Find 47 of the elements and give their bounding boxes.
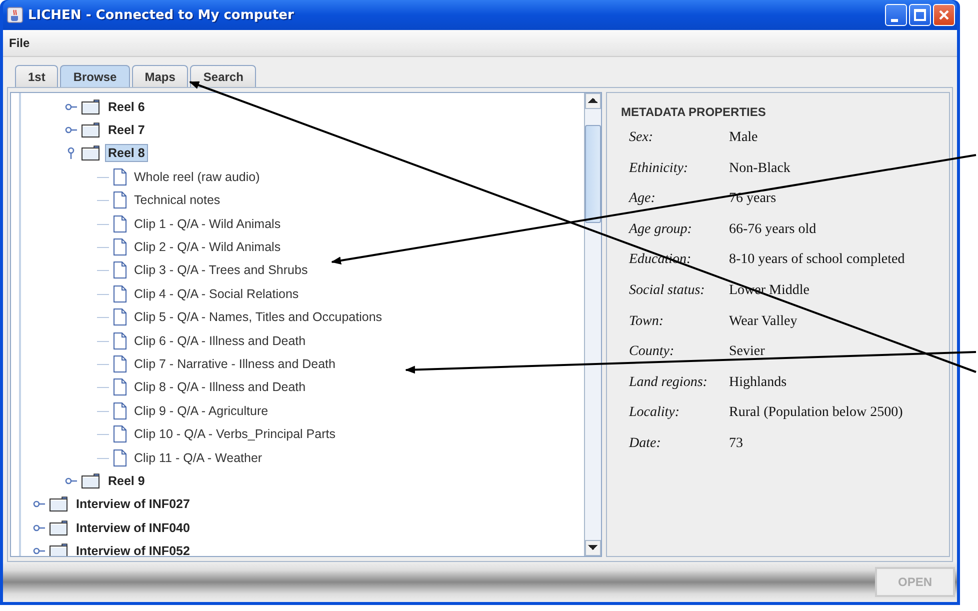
property-label: Town: xyxy=(629,312,665,331)
tree-item[interactable]: Clip 9 - Q/A - Agriculture xyxy=(131,402,272,420)
tree-item[interactable]: Clip 5 - Q/A - Names, Titles and Occupations xyxy=(131,308,386,326)
property-value: 8-10 years of school completed xyxy=(729,251,906,270)
property-value: 73 xyxy=(729,434,744,453)
tree-item[interactable]: Clip 1 - Q/A - Wild Animals xyxy=(131,214,284,233)
tree-item[interactable]: Clip 4 - Q/A - Social Relations xyxy=(131,284,302,303)
property-label: County: xyxy=(629,343,676,362)
tab[interactable]: 1st xyxy=(15,65,58,87)
menu-item[interactable]: File xyxy=(9,36,30,50)
tree-item[interactable]: Reel 9 xyxy=(105,472,148,490)
property-value: Wear Valley xyxy=(729,312,798,331)
tree-item[interactable]: Clip 7 - Narrative - Illness and Death xyxy=(131,354,338,373)
property-label: Date: xyxy=(629,434,662,453)
metadata-heading: METADATA PROPERTIES xyxy=(621,105,767,119)
tree-item[interactable]: Clip 3 - Q/A - Trees and Shrubs xyxy=(131,261,311,280)
property-value: Sevier xyxy=(729,343,766,362)
tree-item[interactable]: Reel 7 xyxy=(105,121,148,140)
property-value: Male xyxy=(729,129,759,147)
tab[interactable]: Maps xyxy=(132,65,188,87)
tab[interactable]: Browse xyxy=(60,65,130,87)
tree-item[interactable]: Whole reel (raw audio) xyxy=(131,168,263,186)
tree-item[interactable]: Technical notes xyxy=(131,191,224,210)
property-label: Age: xyxy=(629,190,656,208)
property-value: 76 years xyxy=(729,190,778,208)
property-label: Locality: xyxy=(629,404,681,422)
property-value: Highlands xyxy=(729,374,788,392)
property-label: Ethinicity: xyxy=(629,160,690,178)
tree-item[interactable]: Interview of INF027 xyxy=(73,495,193,514)
tab[interactable]: Search xyxy=(190,65,256,87)
tree-item[interactable]: Clip 6 - Q/A - Illness and Death xyxy=(131,332,309,350)
property-label: Land regions: xyxy=(629,374,708,392)
tree-item[interactable]: Reel 8 xyxy=(105,144,148,162)
property-value: 66-76 years old xyxy=(729,220,818,239)
tree-item[interactable]: Clip 10 - Q/A - Verbs_Principal Parts xyxy=(131,425,338,444)
tree-item[interactable]: Interview of INF040 xyxy=(73,518,193,537)
property-value: Rural (Population below 2500) xyxy=(729,404,904,422)
window-title: LICHEN - Connected to My computer xyxy=(28,8,295,22)
tree-item[interactable]: Interview of INF052 xyxy=(73,542,193,556)
property-label: Age group: xyxy=(629,220,693,239)
property-value: Non-Black xyxy=(729,160,792,178)
property-label: Sex: xyxy=(629,129,654,147)
property-label: Social status: xyxy=(629,282,706,300)
tree-item[interactable]: Clip 2 - Q/A - Wild Animals xyxy=(131,238,284,256)
tree-item[interactable]: Reel 6 xyxy=(105,98,148,116)
tree-item[interactable]: Clip 8 - Q/A - Illness and Death xyxy=(131,378,309,396)
tree-item[interactable]: Clip 11 - Q/A - Weather xyxy=(131,448,266,467)
